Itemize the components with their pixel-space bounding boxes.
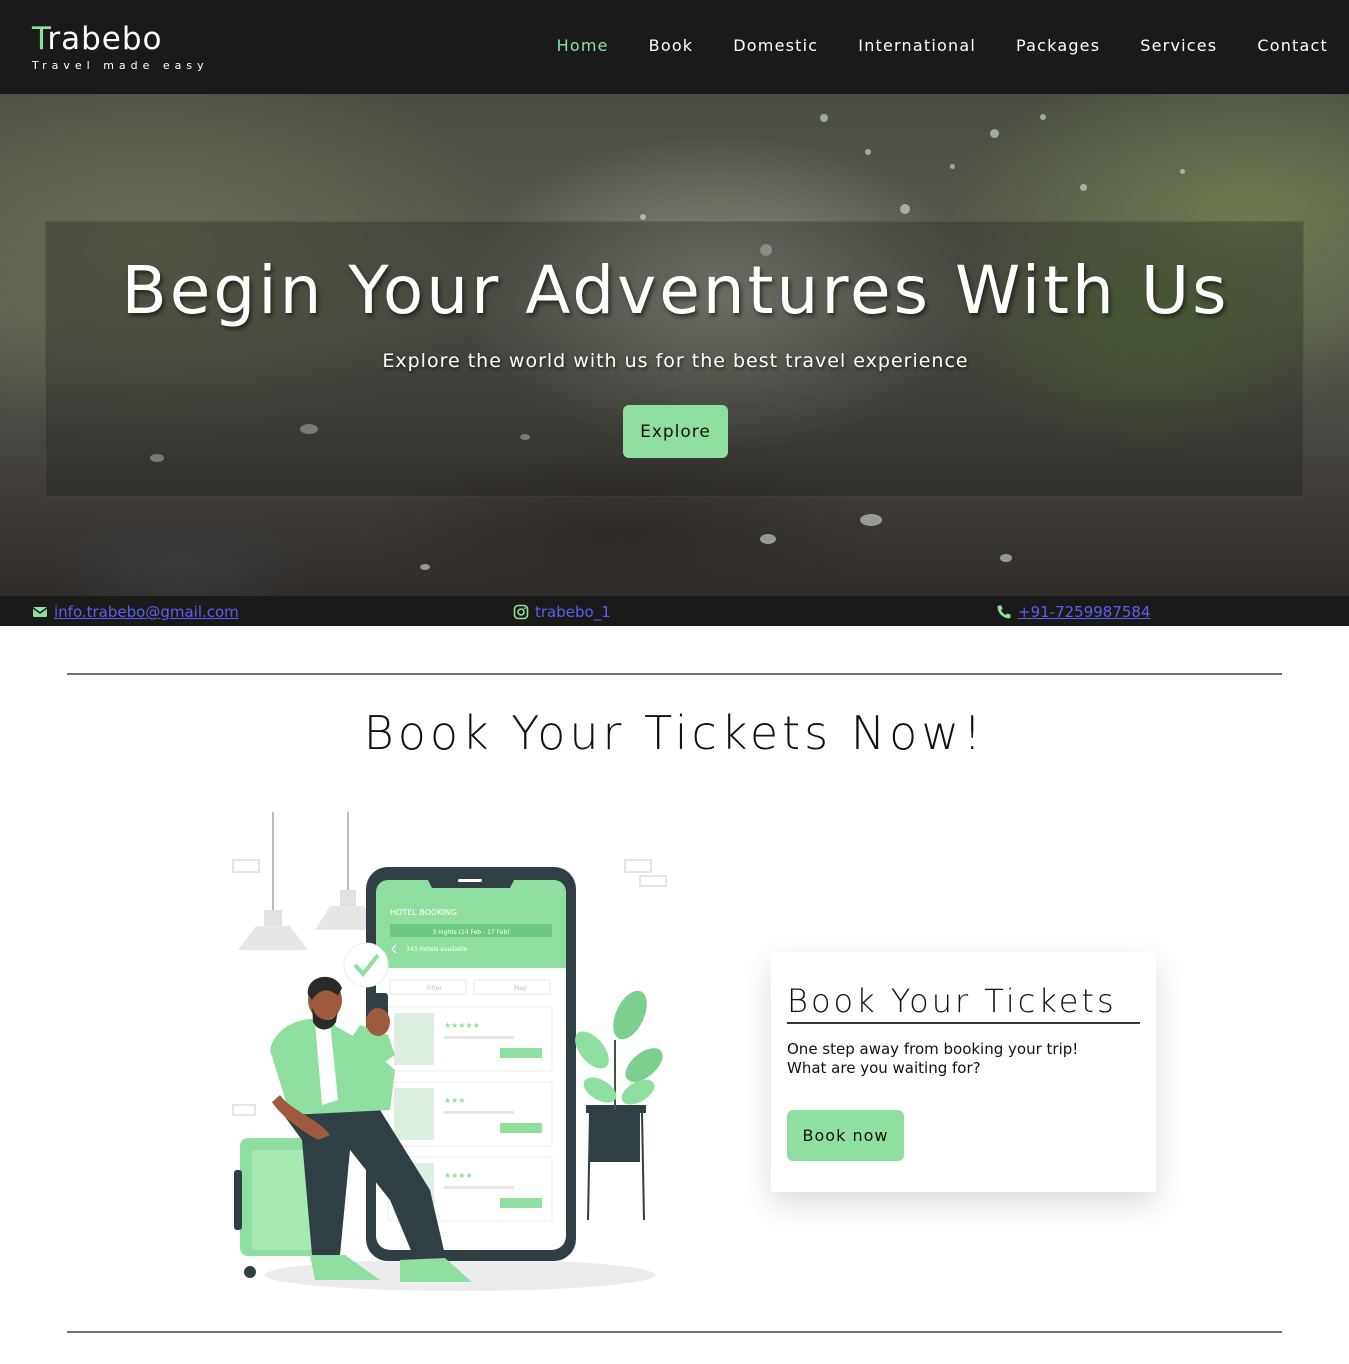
section-divider-top [67, 673, 1282, 675]
hotel-booking-illustration: HOTEL BOOKING 3 nights (14 Feb - 17 Feb)… [230, 810, 670, 1295]
svg-text:★★★★★: ★★★★★ [444, 1021, 480, 1030]
nav-link-home[interactable]: Home [557, 36, 609, 55]
illustration-header-text: HOTEL BOOKING [390, 908, 457, 917]
book-tickets-card: Book Your Tickets One step away from boo… [771, 952, 1156, 1192]
card-description-line-1: One step away from booking your trip! [787, 1040, 1079, 1058]
card-title-underline [787, 1022, 1140, 1024]
navbar: Trabebo Travel made easy Home Book Domes… [0, 0, 1349, 94]
card-title: Book Your Tickets [787, 982, 1117, 1020]
svg-text:★★★★: ★★★★ [444, 1171, 473, 1180]
email-link[interactable]: info.trabebo@gmail.com [54, 603, 239, 621]
contact-phone: +91-7259987584 [996, 603, 1151, 621]
illustration-map-text: Map [514, 985, 527, 992]
illustration-nights-text: 3 nights (14 Feb - 17 Feb) [432, 929, 509, 936]
hero-section: Begin Your Adventures With Us Explore th… [0, 94, 1349, 626]
instagram-handle[interactable]: trabebo_1 [535, 603, 611, 621]
nav-link-services[interactable]: Services [1140, 36, 1217, 55]
section-divider-bottom [67, 1331, 1282, 1333]
card-description: One step away from booking your trip! Wh… [787, 1040, 1137, 1078]
nav-link-international[interactable]: International [858, 36, 976, 55]
svg-text:★★★: ★★★ [444, 1096, 466, 1105]
nav-link-domestic[interactable]: Domestic [733, 36, 818, 55]
nav-link-contact[interactable]: Contact [1257, 36, 1328, 55]
logo[interactable]: Trabebo Travel made easy [32, 22, 209, 72]
hero-overlay-box: Begin Your Adventures With Us Explore th… [45, 221, 1304, 497]
hero-subtitle: Explore the world with us for the best t… [382, 350, 969, 372]
contact-instagram: trabebo_1 [513, 603, 611, 621]
contact-email: info.trabebo@gmail.com [32, 603, 239, 621]
card-description-line-2: What are you waiting for? [787, 1059, 981, 1077]
book-now-button[interactable]: Book now [787, 1110, 904, 1161]
logo-name-rest: rabebo [47, 21, 163, 57]
nav-link-packages[interactable]: Packages [1016, 36, 1100, 55]
hero-title: Begin Your Adventures With Us [121, 252, 1230, 329]
nav-link-book[interactable]: Book [649, 36, 694, 55]
envelope-icon [32, 604, 48, 620]
booking-section-title: Book Your Tickets Now! [363, 706, 986, 760]
logo-title: Trabebo [32, 22, 209, 56]
logo-initial: T [32, 21, 48, 57]
phone-icon [996, 604, 1012, 620]
explore-button[interactable]: Explore [623, 405, 728, 458]
contact-strip: info.trabebo@gmail.com trabebo_1 +91-725… [0, 596, 1349, 626]
phone-link[interactable]: +91-7259987584 [1018, 603, 1151, 621]
instagram-icon [513, 604, 529, 620]
illustration-hotels-text: 343 Hotels available [406, 946, 468, 953]
logo-tagline: Travel made easy [32, 59, 209, 72]
illustration-filter-text: Filter [427, 985, 442, 992]
nav-menu: Home Book Domestic International Package… [517, 36, 1328, 55]
